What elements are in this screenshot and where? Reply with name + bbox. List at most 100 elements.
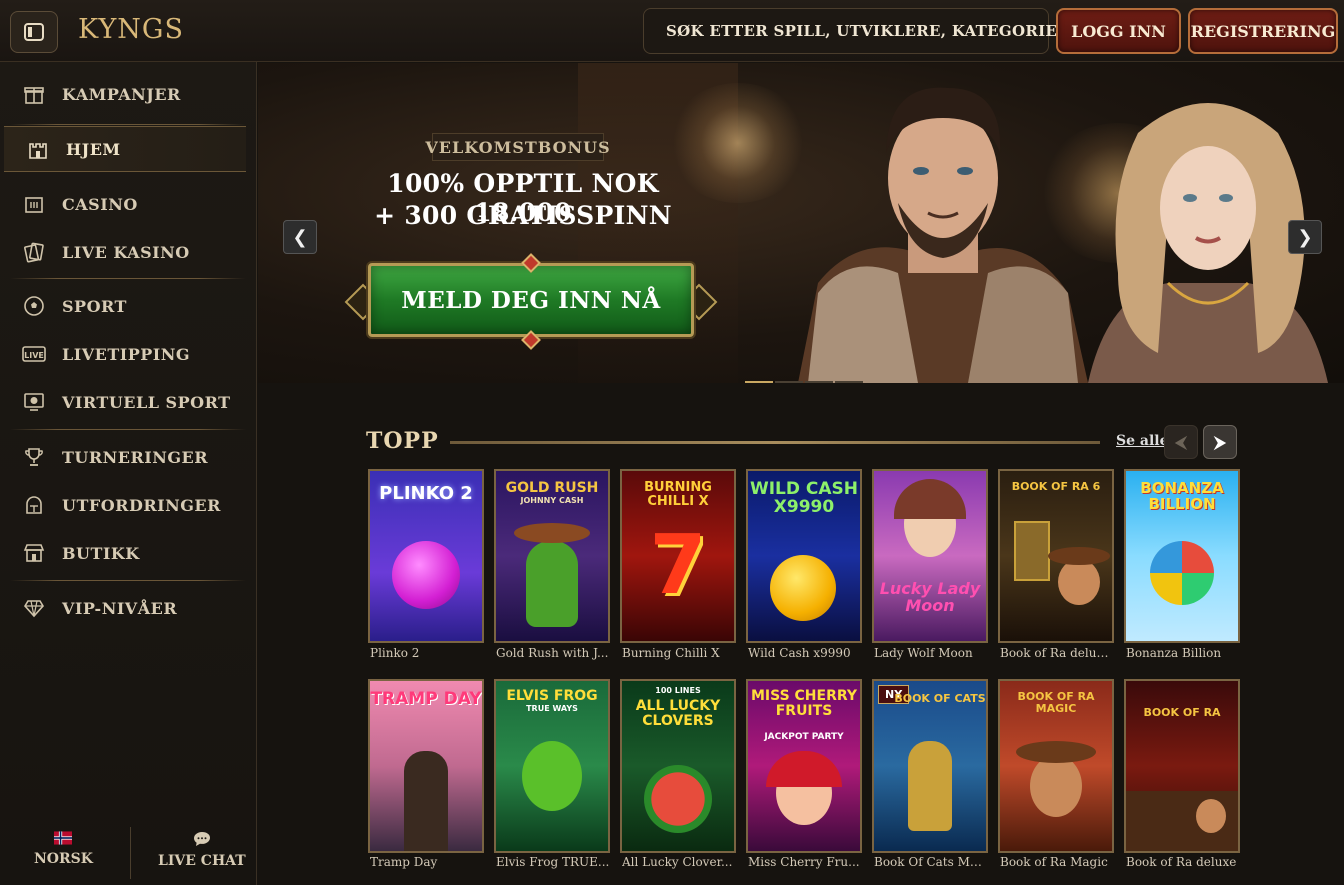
welcome-bonus-tag: VELKOMSTBONUS [425, 133, 610, 161]
game-card-plinko-2[interactable]: PLINKO 2 [368, 469, 484, 643]
sidebar-item-label: SPORT [62, 296, 127, 316]
sidebar-item-casino[interactable]: CASINO [0, 181, 257, 227]
section-title: TOPP [366, 428, 439, 454]
game-art-title: BURNING CHILLI X [644, 480, 712, 509]
sidebar-item-vip-nivaer[interactable]: VIP-NIVÅER [0, 585, 257, 631]
hero-next-button[interactable]: ❯ [1288, 220, 1322, 254]
game-art-clover [1150, 541, 1214, 605]
game-art-title: ELVIS FROG [506, 688, 598, 704]
signup-cta-button[interactable]: MELD DEG INN NÅ [368, 263, 694, 337]
chevron-left-icon: ❮ [292, 226, 308, 248]
sidebar-item-label: CASINO [62, 194, 138, 214]
game-art-title: ALL LUCKY CLOVERS [635, 698, 721, 729]
game-title[interactable]: Lady Wolf Moon [874, 646, 988, 660]
sidebar-item-label: KAMPANJER [62, 84, 181, 104]
games-prev-button[interactable]: ⮜ [1164, 425, 1198, 459]
game-art-title: BOOK OF CATS [894, 692, 986, 705]
hero-man-illustration [798, 87, 1088, 383]
game-card-elvis-frog[interactable]: ELVIS FROG TRUE WAYS [494, 679, 610, 853]
language-label: NORSK [34, 851, 93, 867]
top-bar: KYNGS SØK ETTER SPILL, UTVIKLERE, KATEGO… [0, 0, 1344, 62]
carousel-dot[interactable] [775, 381, 803, 383]
sidebar-item-label: UTFORDRINGER [62, 495, 221, 515]
game-art-subtitle: JOHNNY CASH [520, 496, 584, 505]
carousel-dot[interactable] [835, 381, 863, 383]
games-next-button[interactable]: ⮞ [1203, 425, 1237, 459]
svg-text:LIVE: LIVE [24, 351, 44, 360]
game-title[interactable]: Miss Cherry Fru... [748, 855, 862, 869]
game-card-wild-cash[interactable]: WILD CASH X9990 [746, 469, 862, 643]
sidebar-footer: NORSK LIVE CHAT [0, 823, 257, 885]
sidebar-item-label: LIVE KASINO [62, 242, 190, 262]
game-art-explorer [1030, 755, 1082, 817]
game-art-hat [514, 523, 590, 543]
carousel-dot[interactable] [745, 381, 773, 383]
sidebar-item-hjem[interactable]: HJEM [4, 126, 246, 172]
sidebar-item-sport[interactable]: SPORT [0, 283, 257, 329]
sidebar-item-label: VIRTUELL SPORT [62, 392, 231, 412]
language-selector[interactable]: NORSK [34, 831, 93, 867]
sidebar-item-label: VIP-NIVÅER [62, 598, 178, 618]
game-art-hat [1048, 547, 1110, 565]
sidebar-item-live-kasino[interactable]: LIVE KASINO [0, 229, 257, 275]
sidebar-toggle-icon [24, 23, 44, 41]
game-card-gold-rush[interactable]: GOLD RUSH JOHNNY CASH [494, 469, 610, 643]
carousel-indicators [745, 381, 863, 383]
game-title[interactable]: Book of Ra delux... [1000, 646, 1114, 660]
game-card-miss-cherry-fruits[interactable]: MISS CHERRY FRUITS JACKPOT PARTY [746, 679, 862, 853]
divider [10, 278, 246, 279]
chat-icon [193, 832, 210, 846]
game-art-book [1014, 521, 1050, 581]
game-card-book-of-cats[interactable]: NY BOOK OF CATS [872, 679, 988, 853]
site-logo[interactable]: KYNGS [78, 14, 184, 45]
game-card-book-of-ra-deluxe[interactable]: BOOK OF RA [1124, 679, 1240, 853]
sidebar-item-utfordringer[interactable]: UTFORDRINGER [0, 482, 257, 528]
shop-icon [22, 541, 46, 565]
game-title[interactable]: Book of Ra Magic [1000, 855, 1114, 869]
login-button[interactable]: LOGG INN [1056, 8, 1181, 54]
hero-prev-button[interactable]: ❮ [283, 220, 317, 254]
game-art-ball [392, 541, 460, 609]
sidebar-item-virtuell-sport[interactable]: VIRTUELL SPORT [0, 379, 257, 425]
game-title[interactable]: Plinko 2 [370, 646, 484, 660]
live-icon: LIVE [22, 342, 46, 366]
game-card-lady-wolf-moon[interactable]: Lucky Lady Moon [872, 469, 988, 643]
game-title[interactable]: Wild Cash x9990 [748, 646, 862, 660]
game-title[interactable]: Elvis Frog TRUE... [496, 855, 610, 869]
game-card-tramp-day[interactable]: TRAMP DAY [368, 679, 484, 853]
divider [130, 827, 131, 879]
carousel-dot[interactable] [805, 381, 833, 383]
game-title[interactable]: Burning Chilli X [622, 646, 736, 660]
section-ornament-line [450, 441, 1100, 444]
game-title[interactable]: Book of Ra deluxe [1126, 855, 1240, 869]
game-card-book-of-ra-magic[interactable]: BOOK OF RA MAGIC [998, 679, 1114, 853]
sidebar-item-livetipping[interactable]: LIVE LIVETIPPING [0, 331, 257, 377]
norway-flag-icon [54, 831, 73, 845]
game-art-title: Lucky Lady Moon [879, 579, 981, 615]
game-art-cactus [526, 541, 578, 627]
search-bar[interactable]: SØK ETTER SPILL, UTVIKLERE, KATEGORIER [643, 8, 1070, 54]
game-card-bonanza-billion[interactable]: BONANZA BILLION [1124, 469, 1240, 643]
game-art-title: BOOK OF RA 6 [1011, 480, 1101, 493]
hero-banner[interactable]: VELKOMSTBONUS 100% OPPTIL NOK 18.000 + 3… [258, 63, 1344, 383]
game-card-all-lucky-clovers[interactable]: 100 LINES ALL LUCKY CLOVERS [620, 679, 736, 853]
game-card-burning-chilli-x[interactable]: BURNING CHILLI X 7 [620, 469, 736, 643]
game-art-hair [894, 479, 966, 519]
game-title[interactable]: All Lucky Clover... [622, 855, 736, 869]
sidebar-item-butikk[interactable]: BUTIKK [0, 530, 257, 576]
game-card-book-of-ra-6[interactable]: BOOK OF RA 6 [998, 469, 1114, 643]
register-button[interactable]: REGISTRERING [1188, 8, 1338, 54]
game-title[interactable]: Gold Rush with J... [496, 646, 610, 660]
game-art-frog [522, 741, 582, 811]
sidebar-item-turneringer[interactable]: TURNERINGER [0, 434, 257, 480]
sidebar-item-kampanjer[interactable]: KAMPANJER [0, 71, 257, 117]
search-placeholder[interactable]: SØK ETTER SPILL, UTVIKLERE, KATEGORIER [666, 22, 1070, 40]
see-all-link[interactable]: Se alle [1116, 433, 1169, 449]
game-art-title: BOOK OF RA MAGIC [1017, 690, 1095, 715]
game-title[interactable]: Tramp Day [370, 855, 484, 869]
live-chat-button[interactable]: LIVE CHAT [158, 831, 246, 869]
sidebar-toggle-button[interactable] [10, 11, 58, 53]
game-title[interactable]: Bonanza Billion [1126, 646, 1240, 660]
game-title[interactable]: Book Of Cats Me... [874, 855, 988, 869]
game-art-title: WILD CASH X9990 [749, 479, 859, 517]
